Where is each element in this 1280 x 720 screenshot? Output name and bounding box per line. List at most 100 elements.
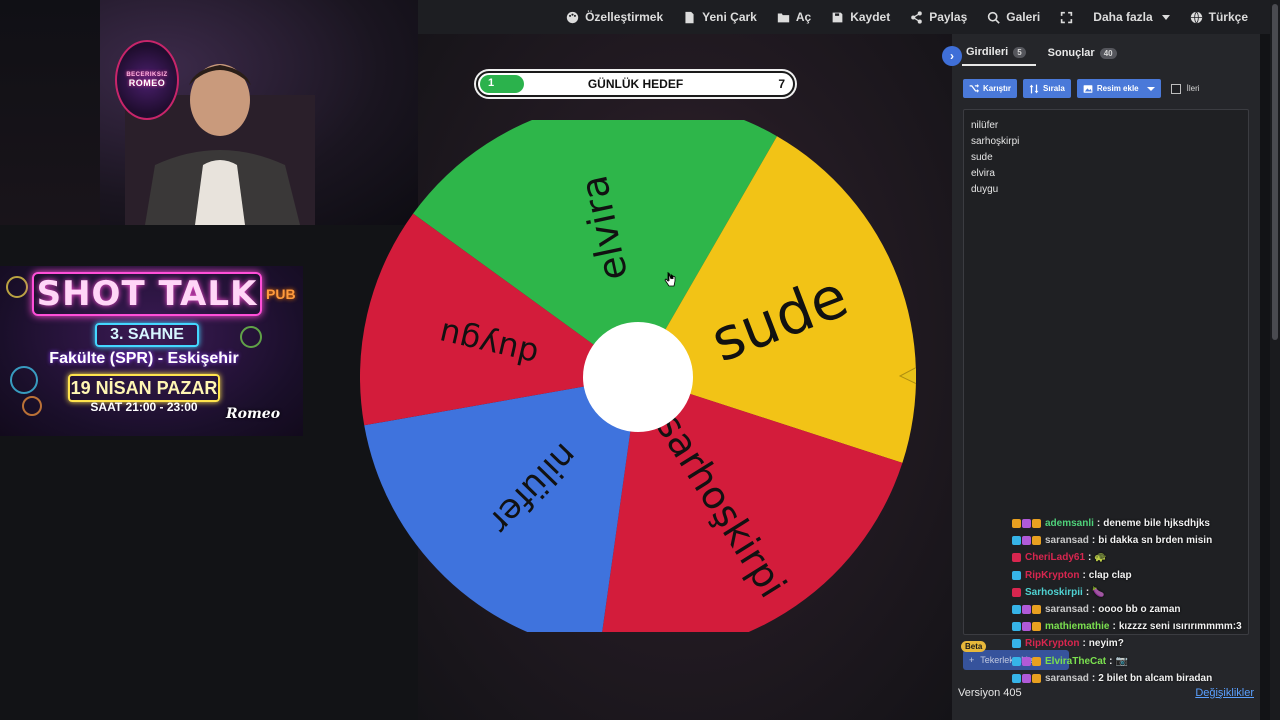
badge-icon: [1012, 622, 1021, 632]
customize-button[interactable]: Özelleştirmek: [556, 0, 673, 34]
entry-line: nilüfer: [971, 120, 999, 131]
add-image-button[interactable]: Resim ekle: [1076, 79, 1161, 98]
chat-separator: :: [1088, 552, 1092, 564]
advanced-checkbox[interactable]: İleri: [1170, 83, 1200, 94]
collapse-panel-button[interactable]: ›: [942, 46, 962, 66]
chat-message: ademsanli: deneme bile hjksdhjks: [1012, 515, 1262, 532]
advanced-checkbox-box[interactable]: [1170, 83, 1181, 94]
new-wheel-button[interactable]: Yeni Çark: [673, 0, 767, 34]
more-menu-button[interactable]: Daha fazla: [1083, 0, 1179, 34]
save-icon: [832, 12, 843, 22]
language-label: Türkçe: [1208, 10, 1248, 24]
chat-message: saransad: oooo bb o zaman: [1012, 601, 1262, 618]
open-button[interactable]: Aç: [767, 0, 821, 34]
advanced-checkbox-label: İleri: [1186, 84, 1200, 93]
tab-results[interactable]: Sonuçlar 40: [1044, 47, 1127, 65]
chat-text: kızzzz seni ısırırımmmm:3: [1118, 621, 1242, 633]
chevron-down-icon: [1146, 86, 1155, 91]
chat-badges: [1012, 519, 1041, 529]
chat-message: CheriLady61: 🐢: [1012, 549, 1262, 566]
more-label: Daha fazla: [1093, 10, 1153, 24]
changelog-link[interactable]: Değişiklikler: [1195, 687, 1254, 699]
chat-separator: :: [1096, 518, 1101, 530]
wheel-center-hub[interactable]: [583, 322, 693, 432]
search-icon: [988, 11, 1001, 24]
poster-title: SHOT TALK: [32, 272, 262, 316]
chat-message: ElviraTheCat: 📷: [1012, 653, 1262, 670]
daily-goal-end: 7: [778, 77, 785, 91]
chat-message: saransad: bi dakka sn brden misin: [1012, 532, 1262, 549]
shuffle-button[interactable]: Karıştır: [963, 79, 1018, 98]
chat-separator: :: [1085, 586, 1090, 598]
share-icon: [911, 10, 922, 24]
badge-icon: [1032, 673, 1041, 683]
chat-message: Sarhoskirpii: 🍆: [1012, 584, 1262, 601]
entry-line: duygu: [971, 184, 999, 195]
file-icon: [685, 11, 694, 23]
chat-username: ElviraTheCat: [1045, 655, 1107, 667]
poster-decoration: [6, 276, 28, 298]
badge-icon: [1032, 605, 1041, 615]
save-button[interactable]: Kaydet: [821, 0, 900, 34]
chat-text: 2 bilet bn alcam biradan: [1098, 672, 1213, 684]
chat-badges: [1012, 656, 1041, 666]
badge-icon: [1012, 673, 1021, 683]
chat-separator: :: [1082, 638, 1086, 650]
badge-icon: [1032, 622, 1041, 632]
entry-line: elvira: [971, 168, 995, 179]
webcam-background-left: [0, 0, 100, 225]
chat-username: saransad: [1045, 535, 1089, 547]
chat-separator: :: [1109, 655, 1113, 667]
scrollbar-thumb[interactable]: [1272, 4, 1278, 340]
chat-username: RipKrypton: [1025, 638, 1080, 650]
chat-username: saransad: [1045, 672, 1089, 684]
poster-time: SAAT 21:00 - 23:00: [90, 400, 198, 414]
gallery-label: Galeri: [1006, 10, 1041, 24]
spin-wheel[interactable]: elvira sude sarhoşkirpi nilüfer duygu: [360, 120, 916, 632]
daily-goal-bar: 1 GÜNLÜK HEDEF 7: [476, 71, 795, 97]
entry-line: sarhoşkirpi: [971, 136, 1020, 147]
chat-separator: :: [1091, 604, 1096, 616]
chat-badges: [1012, 553, 1021, 563]
shuffle-label: Karıştır: [983, 84, 1012, 93]
panel-tabs: › Girdileri 5 Sonuçlar 40: [942, 44, 1127, 68]
chat-badges: [1012, 639, 1021, 649]
chat-text: bi dakka sn brden misin: [1098, 535, 1213, 547]
chat-text: oooo bb o zaman: [1098, 604, 1181, 616]
top-navigation-bar: Özelleştirmek Yeni Çark Aç Kaydet Paylaş…: [418, 0, 1270, 34]
tab-results-label: Sonuçlar: [1047, 47, 1095, 59]
badge-icon: [1032, 656, 1041, 666]
add-image-label: Resim ekle: [1096, 84, 1139, 93]
language-button[interactable]: Türkçe: [1180, 0, 1258, 34]
chat-separator: :: [1082, 569, 1086, 581]
poster-decoration: [10, 366, 38, 394]
chat-separator: :: [1091, 535, 1096, 547]
mouse-cursor-icon: [664, 271, 676, 287]
tab-entries[interactable]: Girdileri 5: [962, 46, 1036, 66]
page-scrollbar[interactable]: [1270, 0, 1280, 720]
sort-icon: [1029, 84, 1039, 93]
badge-icon: [1012, 553, 1021, 563]
chat-username: Sarhoskirpii: [1025, 586, 1083, 598]
gallery-button[interactable]: Galeri: [977, 0, 1050, 34]
plus-icon: +: [969, 655, 975, 665]
shuffle-icon: [969, 83, 979, 93]
fullscreen-button[interactable]: [1050, 0, 1083, 34]
sort-button[interactable]: Sırala: [1023, 79, 1071, 98]
chat-badges: [1012, 622, 1041, 632]
badge-icon: [1012, 570, 1021, 580]
chevron-right-icon: ›: [950, 49, 954, 63]
share-button[interactable]: Paylaş: [900, 0, 977, 34]
tab-entries-count: 5: [1013, 46, 1026, 58]
new-wheel-label: Yeni Çark: [702, 10, 757, 24]
entries-toolbar: Karıştır Sırala Resim ekle İleri: [963, 79, 1200, 98]
chat-separator: :: [1112, 621, 1116, 633]
wheel-graphic[interactable]: elvirasudesarhoşkirpinilüferduygu: [360, 120, 916, 632]
poster-pub-sign: PUB: [266, 286, 296, 302]
daily-goal-label: GÜNLÜK HEDEF: [587, 77, 684, 91]
chat-text: deneme bile hjksdhjks: [1103, 518, 1210, 530]
tab-results-count: 40: [1099, 47, 1117, 59]
chat-text: 📷: [1115, 655, 1128, 667]
chat-text: 🐢: [1094, 552, 1107, 564]
stream-chat-overlay: ademsanli: deneme bile hjksdhjks saransad:…: [1012, 515, 1262, 687]
